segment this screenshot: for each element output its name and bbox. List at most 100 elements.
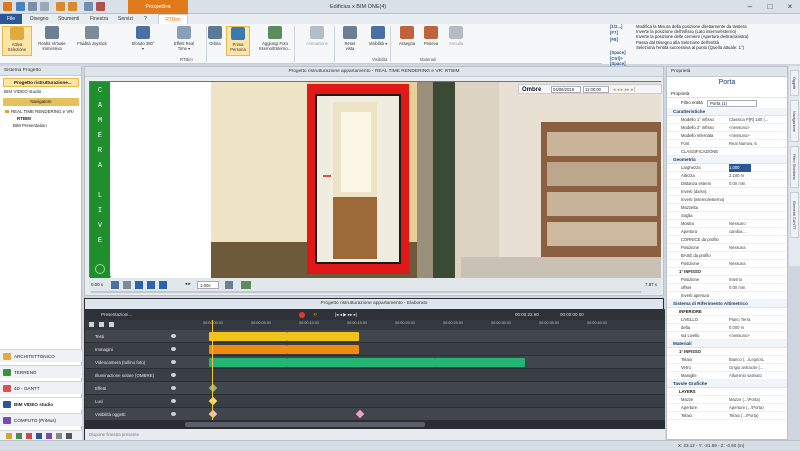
assegna-button[interactable]: Assegna [396,26,418,56]
tab-file[interactable]: File [0,14,22,24]
fluidita-joystick-control[interactable]: Fluidità Joystick [72,26,112,56]
property-row[interactable]: offset 0.00 mm [667,284,787,292]
property-value[interactable]: Grigio antracite (... [729,364,787,372]
property-row[interactable]: CLASSIFICAZIONE [667,148,787,156]
tool-icon[interactable] [89,322,94,327]
attiva-selezione-button[interactable]: Attiva Selezione [2,26,32,56]
property-row[interactable]: BASE da profilo [667,252,787,260]
timeline-clip[interactable] [209,358,287,367]
tool-icon[interactable] [99,322,104,327]
timeline-scrollbar[interactable] [85,420,665,429]
property-section[interactable]: Sistema di Riferimento Altimetrico [667,300,787,308]
nav-icon[interactable] [36,433,42,439]
eye-icon[interactable] [171,334,176,338]
timeline-clip[interactable] [209,332,287,341]
nav-icon[interactable] [56,433,62,439]
record-icon[interactable] [299,312,305,318]
scroll-thumb[interactable] [185,422,425,427]
speed-field[interactable]: 1.00s [197,281,219,289]
nav-icon[interactable] [46,433,52,439]
quick-access-icon[interactable] [96,2,105,11]
property-row[interactable]: Inverti (interno/esterno) [667,196,787,204]
tree-item-bim-presentation[interactable]: BIM Presentation [13,123,47,128]
print-icon[interactable] [40,2,49,11]
property-value[interactable]: Aperture (...\Porta) [729,404,787,412]
eye-icon[interactable] [171,386,176,390]
minimize-icon[interactable]: – [740,0,760,14]
sidetab-navigazione[interactable]: Navigazione [790,100,799,142]
play-icon[interactable] [135,281,143,289]
tab-finestra[interactable]: Finestra [86,14,112,24]
animazione-button[interactable]: Animazione [300,26,334,56]
nav-bim-video-studio[interactable]: BIM VIDEO studio [0,397,82,410]
sidetab-filtro[interactable]: Filtro Sfondano [790,146,799,188]
property-row[interactable]: sul Livello <nessuno> [667,332,787,340]
realta-virtuale-button[interactable]: Realtà Virtuale Immersiva [34,26,70,56]
project-item[interactable]: Progetto ristrutturazione... [3,78,79,87]
sfondo-360-button[interactable]: Sfondo 360° ▾ [130,26,156,56]
keyframe-marker[interactable] [208,383,218,393]
record-icon[interactable] [147,281,155,289]
property-row[interactable]: Posizione Nessuna [667,244,787,252]
film-icon[interactable] [123,281,131,289]
tab-disegno[interactable]: Disegno [26,14,52,24]
timeline-track[interactable]: Effetti [85,382,665,395]
property-row[interactable]: Mostra Nessuno [667,220,787,228]
tab-strumenti[interactable]: Strumenti [54,14,83,24]
property-value[interactable]: 1.000 [729,164,751,172]
timeline-track[interactable]: Immagini [85,343,665,356]
nav-icon[interactable] [26,433,32,439]
property-row[interactable]: Inverti apertura [667,292,787,300]
tab-servizi[interactable]: Servizi [114,14,137,24]
property-value[interactable]: 2.100 m [729,172,787,180]
property-row[interactable]: CORNICE da profilo [667,236,787,244]
context-tab-prospettiva[interactable]: Prospettiva [128,0,188,14]
property-row[interactable]: Font Real Narrow, 6 [667,140,787,148]
property-row[interactable]: Altezza 2.100 m [667,172,787,180]
open-icon[interactable] [28,2,37,11]
property-value[interactable]: 0.000 m [729,324,787,332]
presentation-label[interactable]: Presentazioni... [101,309,132,320]
property-row[interactable]: Modello 1° infisso Classica P[R] 180 (... [667,116,787,124]
property-value[interactable]: <nessuno> [729,332,787,340]
sidetab-oggetti[interactable]: Oggetti [790,70,799,96]
tool-icon[interactable] [109,322,114,327]
property-row[interactable]: Maniglie Alluminio satinato [667,372,787,380]
property-value[interactable]: cambia... [729,228,787,236]
property-value[interactable]: 0.00 mm [729,180,787,188]
preleva-button[interactable]: Preleva [420,26,442,56]
timeline-track[interactable]: Luci [85,395,665,408]
orbita-button[interactable]: Orbita [206,26,224,56]
keyframe-marker[interactable] [355,409,365,419]
eye-icon[interactable] [171,347,176,351]
properties-tab[interactable]: Proprietà [667,89,787,98]
property-row[interactable]: Inverti (dx/sn) [667,188,787,196]
property-value[interactable]: Telaio (...\Porta) [729,412,787,420]
tree-item[interactable]: REAL TIME RENDERING e VR/ [5,109,74,114]
property-value[interactable]: <nessuno> [729,124,787,132]
tab-help[interactable]: ? [140,14,151,24]
reset-vista-button[interactable]: Reset vista [340,26,360,56]
timeline-track[interactable]: Videocamera (rullino foto) [85,356,665,369]
speed-arrows[interactable]: ◂ ▸ [185,281,191,287]
shadow-time-field[interactable]: 11:00:00 [583,86,609,93]
preview-icon[interactable] [241,281,251,289]
property-value[interactable]: <nessuno> [729,132,787,140]
timeline-clip[interactable] [287,358,435,367]
visibilita-button[interactable]: Visibilità ▾ [364,26,392,56]
eye-icon[interactable] [171,412,176,416]
eye-icon[interactable] [171,373,176,377]
property-value[interactable]: Nessuna [729,244,787,252]
property-row[interactable]: Modello Inferriata <nessuno> [667,132,787,140]
filter-select[interactable]: Porta (1) [707,100,757,107]
property-row[interactable]: Aperture Aperture (...\Porta) [667,404,787,412]
property-section[interactable]: Materiali [667,340,787,348]
timeline-clip[interactable] [435,358,525,367]
save-icon[interactable] [16,2,25,11]
quick-access-icon[interactable] [84,2,93,11]
redo-icon[interactable] [68,2,77,11]
refresh-icon[interactable] [95,264,105,274]
nav-icon[interactable] [6,433,12,439]
property-row[interactable]: Posizione Nessuna [667,260,787,268]
property-value[interactable]: Real Narrow, 6 [729,140,787,148]
